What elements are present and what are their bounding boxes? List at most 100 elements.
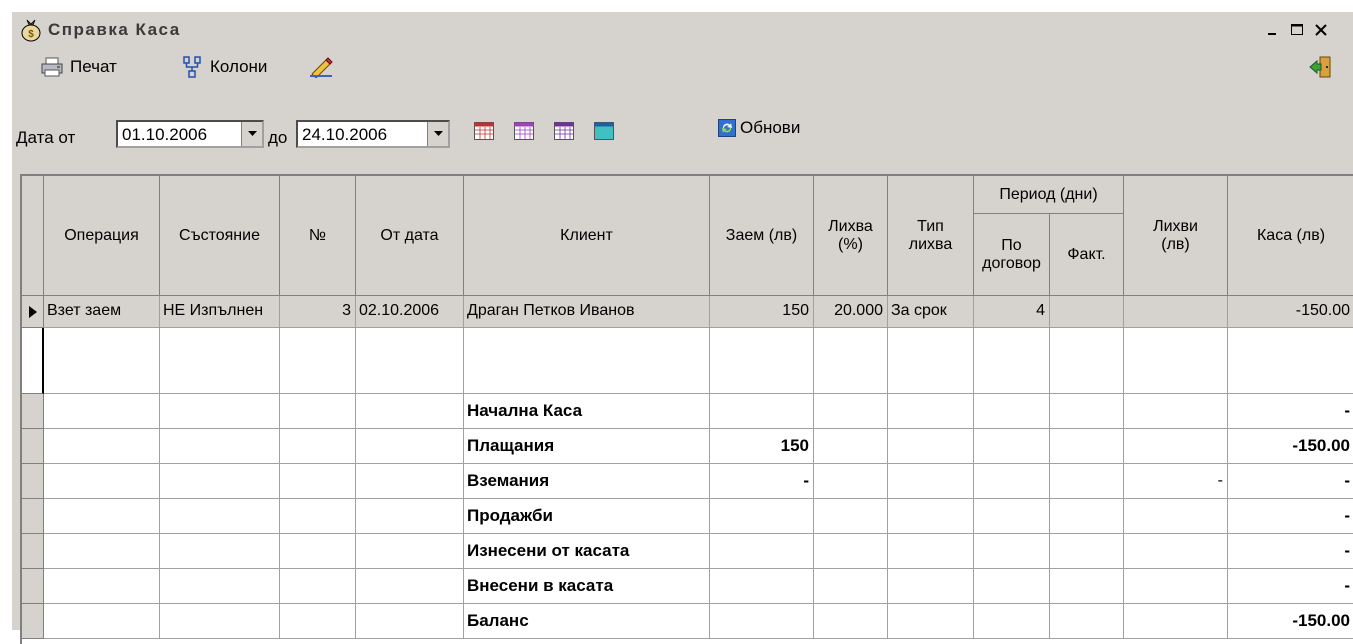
print-button[interactable]: Печат [40, 54, 117, 80]
col-header-interests-bgn[interactable]: Лихви (лв) [1124, 176, 1228, 296]
summary-cell[interactable] [280, 569, 356, 604]
summary-cash[interactable]: - [1228, 534, 1353, 569]
summary-cell[interactable] [280, 394, 356, 429]
summary-label[interactable]: Баланс [464, 604, 710, 639]
refresh-button[interactable]: Обнови [718, 118, 800, 138]
summary-label[interactable]: Вземания [464, 464, 710, 499]
summary-label[interactable]: Продажби [464, 499, 710, 534]
summary-cell[interactable] [280, 429, 356, 464]
col-header-status[interactable]: Състояние [160, 176, 280, 296]
summary-cell[interactable] [356, 534, 464, 569]
summary-cell[interactable] [44, 499, 160, 534]
summary-cell[interactable] [888, 604, 974, 639]
col-header-period-actual[interactable]: Факт. [1050, 214, 1124, 296]
empty-cell[interactable] [464, 328, 710, 394]
summary-interests[interactable] [1124, 499, 1228, 534]
summary-cell[interactable] [974, 499, 1050, 534]
maximize-button[interactable] [1286, 20, 1308, 40]
empty-cell[interactable] [1228, 328, 1353, 394]
summary-cell[interactable] [974, 604, 1050, 639]
col-header-loan[interactable]: Заем (лв) [710, 176, 814, 296]
close-button[interactable] [1310, 20, 1332, 40]
summary-cell[interactable] [974, 569, 1050, 604]
summary-cell[interactable] [160, 464, 280, 499]
summary-cell[interactable] [814, 394, 888, 429]
row-indicator[interactable] [22, 464, 44, 499]
col-header-period-contract[interactable]: По договор [974, 214, 1050, 296]
summary-loan[interactable] [710, 499, 814, 534]
table-cell-number[interactable]: 3 [280, 296, 356, 328]
table-cell-client[interactable]: Драган Петков Иванов [464, 296, 710, 328]
empty-cell[interactable] [44, 328, 160, 394]
summary-cell[interactable] [1050, 534, 1124, 569]
summary-interests[interactable] [1124, 394, 1228, 429]
table-cell-interests-bgn[interactable] [1124, 296, 1228, 328]
summary-cell[interactable] [974, 429, 1050, 464]
col-header-cash[interactable]: Каса (лв) [1228, 176, 1353, 296]
summary-cell[interactable] [280, 534, 356, 569]
summary-loan[interactable] [710, 569, 814, 604]
summary-cell[interactable] [814, 534, 888, 569]
date-from-dropdown-button[interactable] [241, 122, 262, 146]
summary-cell[interactable] [814, 569, 888, 604]
exit-button[interactable] [1308, 54, 1334, 80]
summary-cell[interactable] [44, 569, 160, 604]
col-header-operation[interactable]: Операция [44, 176, 160, 296]
summary-cash[interactable]: -150.00 [1228, 429, 1353, 464]
table-cell-interest-type[interactable]: За срок [888, 296, 974, 328]
summary-cell[interactable] [888, 534, 974, 569]
summary-cash[interactable]: - [1228, 499, 1353, 534]
summary-interests[interactable]: - [1124, 464, 1228, 499]
empty-cell[interactable] [160, 328, 280, 394]
summary-cell[interactable] [974, 394, 1050, 429]
table-cell-from-date[interactable]: 02.10.2006 [356, 296, 464, 328]
calendar-year-icon[interactable] [594, 122, 614, 140]
empty-cell[interactable] [280, 328, 356, 394]
summary-cell[interactable] [1050, 429, 1124, 464]
date-from-picker[interactable]: 01.10.2006 [116, 120, 264, 148]
table-cell-status[interactable]: НЕ Изпълнен [160, 296, 280, 328]
empty-cell[interactable] [356, 328, 464, 394]
summary-cell[interactable] [814, 499, 888, 534]
summary-loan[interactable] [710, 394, 814, 429]
col-header-from-date[interactable]: От дата [356, 176, 464, 296]
col-header-interest-pct[interactable]: Лихва (%) [814, 176, 888, 296]
summary-cell[interactable] [44, 534, 160, 569]
summary-cash[interactable]: - [1228, 569, 1353, 604]
summary-cell[interactable] [814, 604, 888, 639]
summary-cell[interactable] [44, 464, 160, 499]
summary-cell[interactable] [1050, 569, 1124, 604]
summary-cell[interactable] [1050, 464, 1124, 499]
summary-cell[interactable] [280, 604, 356, 639]
calendar-day-icon[interactable] [474, 122, 494, 140]
calendar-month-icon[interactable] [554, 122, 574, 140]
empty-cell[interactable] [1124, 328, 1228, 394]
summary-interests[interactable] [1124, 429, 1228, 464]
summary-cell[interactable] [160, 569, 280, 604]
summary-cash[interactable]: - [1228, 464, 1353, 499]
row-indicator[interactable] [22, 394, 44, 429]
summary-cell[interactable] [1050, 394, 1124, 429]
summary-loan[interactable]: - [710, 464, 814, 499]
summary-cell[interactable] [160, 604, 280, 639]
empty-cell[interactable] [814, 328, 888, 394]
summary-interests[interactable] [1124, 534, 1228, 569]
summary-cell[interactable] [280, 464, 356, 499]
table-cell-operation[interactable]: Взет заем [44, 296, 160, 328]
columns-button[interactable]: Колони [182, 54, 267, 80]
summary-cell[interactable] [888, 499, 974, 534]
row-indicator[interactable] [22, 534, 44, 569]
summary-label[interactable]: Внесени в касата [464, 569, 710, 604]
minimize-button[interactable] [1262, 20, 1284, 40]
summary-label[interactable]: Плащания [464, 429, 710, 464]
summary-cell[interactable] [814, 429, 888, 464]
summary-loan[interactable] [710, 604, 814, 639]
summary-cell[interactable] [356, 569, 464, 604]
summary-cell[interactable] [888, 394, 974, 429]
date-to-picker[interactable]: 24.10.2006 [296, 120, 450, 148]
summary-cash[interactable]: -150.00 [1228, 604, 1353, 639]
table-cell-period-contract[interactable]: 4 [974, 296, 1050, 328]
summary-cell[interactable] [160, 429, 280, 464]
summary-loan[interactable] [710, 534, 814, 569]
edit-button[interactable] [308, 54, 334, 80]
